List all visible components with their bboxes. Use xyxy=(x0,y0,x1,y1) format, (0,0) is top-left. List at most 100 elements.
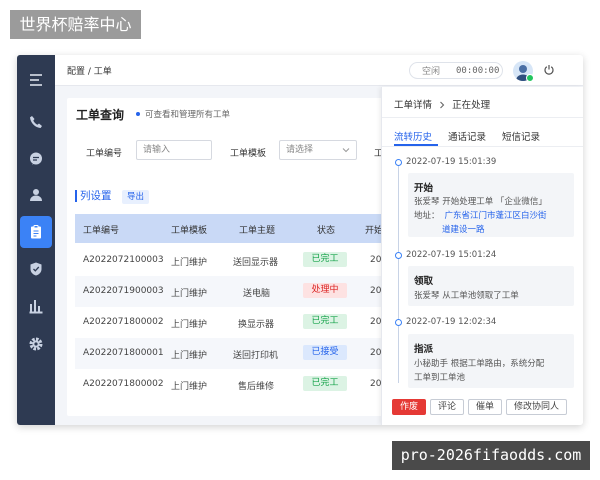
breadcrumb[interactable]: 配置 / 工单 xyxy=(67,64,112,77)
col-header: 工单主题 xyxy=(239,226,276,236)
ticket-id-input[interactable]: 请输入 xyxy=(136,140,212,160)
subtitle-dot xyxy=(136,112,140,116)
ticket-query-card: 工单查询 可查看和管理所有工单 工单编号 请输入 工单模板 请选择 工 列设置 … xyxy=(67,98,387,416)
void-button[interactable]: 作废 xyxy=(392,399,427,415)
cell-subject: 送电脑 xyxy=(243,289,271,299)
timeline-dot xyxy=(395,159,402,166)
cell-subject: 送回打印机 xyxy=(233,351,279,361)
table-row[interactable]: A2022071900003 上门维护 送电脑 处理中 20 xyxy=(75,276,387,307)
cell-template: 上门维护 xyxy=(171,320,208,330)
filter-label-id: 工单编号 xyxy=(86,149,123,159)
page-subtitle: 可查看和管理所有工单 xyxy=(145,110,231,120)
cell-template: 上门维护 xyxy=(171,382,208,392)
watermark-bottom: pro-2026fifaodds.com xyxy=(392,441,590,470)
template-select[interactable]: 请选择 xyxy=(279,140,357,160)
col-header: 状态 xyxy=(317,226,336,236)
table-row[interactable]: A2022072100003 上门维护 送回显示器 已完工 20 xyxy=(75,245,387,276)
cell-id: A2022071800002 xyxy=(83,379,164,389)
timeline-heading: 开始 xyxy=(414,183,434,194)
address-link-cont[interactable]: 道建设一路 xyxy=(442,223,485,235)
timeline-time: 2022-07-19 15:01:39 xyxy=(406,157,497,167)
table-row[interactable]: A2022071800002 上门维护 换显示器 已完工 20 xyxy=(75,307,387,338)
address-label: 地址： xyxy=(414,211,440,221)
chat-icon[interactable] xyxy=(20,143,52,175)
edit-collaborators-button[interactable]: 修改协同人 xyxy=(506,399,568,415)
timeline-card-assign: 指派 小秘助手 根据工单路由，系统分配 工单到工单池 xyxy=(408,334,574,388)
menu-icon[interactable] xyxy=(20,64,52,96)
table-header: 工单编号 工单模板 工单主题 状态 开始 xyxy=(75,214,387,243)
timeline-heading: 指派 xyxy=(414,344,434,355)
timeline-line xyxy=(398,163,399,383)
action-bar: 作废 评论 催单 修改协同人 xyxy=(392,399,568,415)
power-icon[interactable] xyxy=(543,64,555,76)
cell-subject: 送回显示器 xyxy=(233,258,279,268)
timeline-text: 小秘助手 根据工单路由，系统分配 xyxy=(414,359,545,369)
timeline-dot xyxy=(395,319,402,326)
chevron-down-icon xyxy=(342,148,350,153)
cell-id: A2022071900003 xyxy=(83,286,164,296)
timeline-heading: 领取 xyxy=(414,276,434,287)
panel-title: 工单详情 正在处理 xyxy=(394,97,490,111)
filter-label-template: 工单模板 xyxy=(230,149,267,159)
timeline-card-claim: 领取 张爱琴 从工单池领取了工单 xyxy=(408,266,574,306)
app-window: 配置 / 工单 空闲 00:00:00 工单查询 可查看和管理所有工单 工单编号… xyxy=(17,55,583,425)
timeline-text: 张爱琴 从工单池领取了工单 xyxy=(414,291,519,301)
phone-icon[interactable] xyxy=(20,106,52,138)
timeline-text: 工单到工单池 xyxy=(414,373,466,383)
cell-template: 上门维护 xyxy=(171,258,208,268)
col-header: 工单编号 xyxy=(83,226,120,236)
user-icon[interactable] xyxy=(20,179,52,211)
column-settings[interactable]: 列设置 xyxy=(75,190,112,202)
cell-start: 20 xyxy=(370,286,382,296)
cell-start: 20 xyxy=(370,348,382,358)
watermark-top: 世界杯赔率中心 xyxy=(10,10,141,39)
status-text: 空闲 xyxy=(422,67,441,77)
panel-state: 正在处理 xyxy=(452,100,491,111)
comment-button[interactable]: 评论 xyxy=(430,399,465,415)
timeline-time: 2022-07-19 12:02:34 xyxy=(406,317,497,327)
divider xyxy=(382,117,583,118)
ticket-detail-panel: 工单详情 正在处理 流转历史 通话记录 短信记录 2022-07-19 15:0… xyxy=(381,87,583,425)
cell-start: 20 xyxy=(370,317,382,327)
timeline-address: 地址： 广东省江门市蓬江区白沙街 xyxy=(414,209,547,221)
cell-id: A2022071800001 xyxy=(83,348,164,358)
cell-id: A2022072100003 xyxy=(83,255,164,265)
cell-subject: 售后维修 xyxy=(238,382,275,392)
tab-history[interactable]: 流转历史 xyxy=(394,129,432,143)
address-link[interactable]: 广东省江门市蓬江区白沙街 xyxy=(445,211,547,221)
panel-title-text: 工单详情 xyxy=(394,100,433,111)
cell-start: 20 xyxy=(370,379,382,389)
tab-sms-records[interactable]: 短信记录 xyxy=(502,129,540,143)
online-indicator xyxy=(526,74,534,82)
cell-id: A2022071800002 xyxy=(83,317,164,327)
clipboard-icon[interactable] xyxy=(20,216,52,248)
status-badge: 处理中 xyxy=(303,283,347,298)
page-title: 工单查询 xyxy=(76,108,125,122)
topbar: 配置 / 工单 空闲 00:00:00 xyxy=(55,55,583,86)
template-select-value: 请选择 xyxy=(286,145,314,155)
status-badge: 已完工 xyxy=(303,252,347,267)
timeline-card-start: 开始 张爱琴 开始处理工单 「企业微信」 地址： 广东省江门市蓬江区白沙街 道建设… xyxy=(408,173,574,237)
agent-status[interactable]: 空闲 00:00:00 xyxy=(409,62,503,79)
divider xyxy=(382,146,583,147)
gear-icon[interactable] xyxy=(20,328,52,360)
urge-button[interactable]: 催单 xyxy=(468,399,503,415)
timeline-text: 张爱琴 开始处理工单 「企业微信」 xyxy=(414,197,547,207)
status-badge: 已接受 xyxy=(303,345,347,360)
sidebar xyxy=(17,55,55,425)
tab-call-records[interactable]: 通话记录 xyxy=(448,129,486,143)
timeline-dot xyxy=(395,252,402,259)
shield-icon[interactable] xyxy=(20,253,52,285)
cell-template: 上门维护 xyxy=(171,351,208,361)
table-row[interactable]: A2022071800002 上门维护 售后维修 已完工 20 xyxy=(75,369,387,400)
cell-template: 上门维护 xyxy=(171,289,208,299)
col-header: 工单模板 xyxy=(171,226,208,236)
status-timer: 00:00:00 xyxy=(456,65,500,76)
timeline-time: 2022-07-19 15:01:24 xyxy=(406,250,497,260)
cell-subject: 换显示器 xyxy=(238,320,275,330)
chart-icon[interactable] xyxy=(20,290,52,322)
table-row[interactable]: A2022071800001 上门维护 送回打印机 已接受 20 xyxy=(75,338,387,369)
status-badge: 已完工 xyxy=(303,314,347,329)
chevron-right-icon xyxy=(440,101,445,109)
export-button[interactable]: 导出 xyxy=(122,190,150,204)
